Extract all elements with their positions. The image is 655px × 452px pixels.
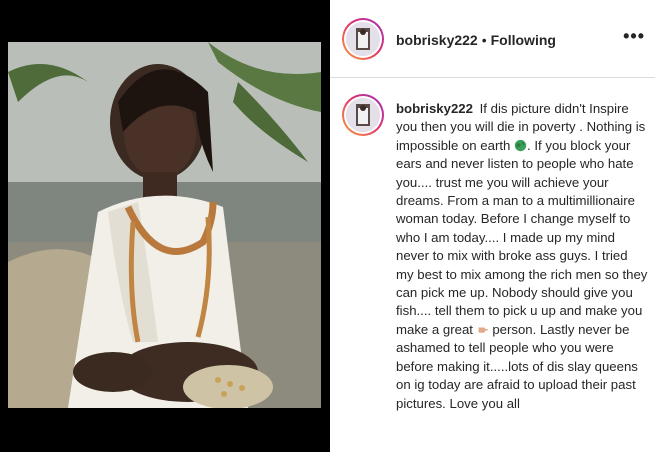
avatar[interactable] xyxy=(342,18,384,60)
caption-part-2: . If you block your ears and never liste… xyxy=(396,137,648,337)
caption-username-link[interactable]: bobrisky222 xyxy=(396,101,473,116)
post-side-panel: bobrisky222 • Following ••• bobrisky222 If… xyxy=(330,0,655,452)
header-line: bobrisky222 • Following xyxy=(396,32,556,48)
avatar-image xyxy=(346,22,380,56)
post-photo-illustration xyxy=(8,42,321,408)
earth-globe-emoji-icon xyxy=(514,139,527,151)
caption-avatar-image xyxy=(346,98,380,132)
more-options-icon[interactable]: ••• xyxy=(623,26,645,47)
photo-pane xyxy=(0,0,327,452)
separator-dot: • xyxy=(481,32,487,48)
caption-text: bobrisky222 If dis picture didn't Inspir… xyxy=(396,100,648,413)
post-header: bobrisky222 • Following ••• xyxy=(330,0,655,78)
post-photo[interactable] xyxy=(8,42,321,408)
following-button[interactable]: Following xyxy=(491,32,556,48)
pointing-hand-emoji-icon xyxy=(478,327,488,333)
username-link[interactable]: bobrisky222 xyxy=(396,32,478,48)
caption-avatar[interactable] xyxy=(342,94,384,136)
